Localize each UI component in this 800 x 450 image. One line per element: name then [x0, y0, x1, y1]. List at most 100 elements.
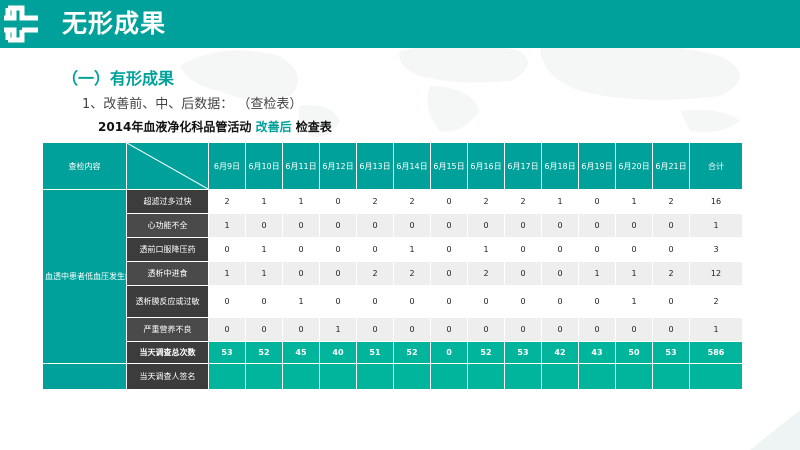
table-cell: 0: [653, 318, 690, 342]
signature-cell: [542, 364, 579, 390]
table-cell: 0: [246, 214, 283, 238]
signature-cell: [357, 364, 394, 390]
table-cell: 0: [357, 214, 394, 238]
date-header: 6月9日: [209, 143, 246, 190]
table-cell: 0: [431, 238, 468, 262]
table-cell: 1: [320, 318, 357, 342]
row-total-cell: 1: [690, 214, 743, 238]
signature-cell: [320, 364, 357, 390]
date-header: 6月11日: [283, 143, 320, 190]
table-cell: 0: [246, 318, 283, 342]
signature-left-cell: [43, 364, 127, 390]
table-cell: 0: [431, 262, 468, 286]
row-label: 心功能不全: [127, 214, 209, 238]
table-cell: 0: [542, 238, 579, 262]
row-label: 透析中进食: [127, 262, 209, 286]
table-row: 血透中患者低血压发生的次数超滤过多过快211022022101216: [43, 190, 743, 364]
daily-total-row: 当天调查总次数 53 52 45 40 51 52 0 52 53 42 43 50 53 586: [43, 342, 743, 364]
daily-total-cell: 42: [542, 342, 579, 364]
table-cell: 1: [246, 262, 283, 286]
table-cell: 0: [468, 214, 505, 238]
signature-cell: [431, 364, 468, 390]
daily-total-cell: 53: [209, 342, 246, 364]
row-total-cell: 1: [690, 318, 743, 342]
date-header: 6月19日: [579, 143, 616, 190]
date-header: 6月21日: [653, 143, 690, 190]
daily-total-cell: 53: [505, 342, 542, 364]
table-row: 透前口服降压药 0 1 0 0 0 1 0 1 0 0 0 0 0 3: [43, 238, 743, 262]
table-cell: 2: [209, 190, 246, 214]
daily-total-cell: 51: [357, 342, 394, 364]
daily-total-cell: 43: [579, 342, 616, 364]
signature-cell: [246, 364, 283, 390]
date-header: 6月12日: [320, 143, 357, 190]
header-label: 查检内容: [43, 143, 127, 190]
daily-total-cell: 52: [468, 342, 505, 364]
daily-total-cell: 52: [246, 342, 283, 364]
table-cell: 0: [468, 318, 505, 342]
table-cell: 0: [579, 214, 616, 238]
table-cell: 2: [394, 190, 431, 214]
date-header: 6月14日: [394, 143, 431, 190]
table-cell: 1: [209, 214, 246, 238]
table-cell: 0: [394, 286, 431, 318]
table-cell: 1: [283, 286, 320, 318]
table-cell: 1: [542, 190, 579, 214]
row-label: 严重营养不良: [127, 318, 209, 342]
table-cell: 0: [542, 214, 579, 238]
caption-part2: 改善后: [255, 120, 292, 134]
caption-part1: 2014年血液净化科品管活动: [98, 120, 252, 134]
table-cell: 0: [542, 318, 579, 342]
group-label: 血透中患者低血压发生的次数: [43, 190, 127, 364]
row-total-cell: 16: [690, 190, 743, 214]
row-total-cell: 2: [690, 286, 743, 318]
table-cell: 0: [431, 318, 468, 342]
caption-part3: 检查表: [295, 120, 332, 134]
signature-label: 当天调查人签名: [127, 364, 209, 390]
table-cell: 1: [616, 286, 653, 318]
date-header: 6月13日: [357, 143, 394, 190]
daily-total-cell: 52: [394, 342, 431, 364]
corner-decoration: [750, 410, 800, 450]
table-cell: 2: [468, 190, 505, 214]
table-cell: 1: [246, 190, 283, 214]
header-row: 查检内容 6月9日 6月10日 6月11日 6月12日 6月13日 6月14日 …: [43, 143, 743, 190]
table-body: 血透中患者低血压发生的次数超滤过多过快211022022101216心功能不全1…: [43, 190, 743, 390]
table-cell: 0: [431, 286, 468, 318]
row-label: 透前口服降压药: [127, 238, 209, 262]
table-cell: 2: [357, 262, 394, 286]
row-label: 透析膜反应或过敏: [127, 286, 209, 318]
date-header: 6月16日: [468, 143, 505, 190]
row-label: 超滤过多过快: [127, 190, 209, 214]
date-header: 6月10日: [246, 143, 283, 190]
table-cell: 1: [616, 262, 653, 286]
table-cell: 0: [246, 286, 283, 318]
table-cell: 0: [616, 214, 653, 238]
table-cell: 0: [209, 318, 246, 342]
medical-cross-icon: [0, 0, 50, 48]
table-cell: 0: [579, 238, 616, 262]
slide-title: 无形成果: [62, 9, 167, 38]
table-cell: 0: [616, 238, 653, 262]
grand-total-cell: 586: [690, 342, 743, 364]
table-cell: 0: [653, 238, 690, 262]
table-cell: 0: [357, 286, 394, 318]
daily-total-cell: 45: [283, 342, 320, 364]
table-cell: 0: [653, 214, 690, 238]
table-cell: 0: [320, 214, 357, 238]
table-cell: 0: [320, 262, 357, 286]
signature-row: 当天调查人签名: [43, 364, 743, 390]
table-cell: 0: [394, 214, 431, 238]
header-bar: 无形成果: [0, 0, 800, 48]
table-cell: 0: [579, 318, 616, 342]
section-title: （一）有形成果: [62, 69, 175, 88]
signature-cell: [394, 364, 431, 390]
table-cell: 0: [283, 262, 320, 286]
daily-total-cell: 0: [431, 342, 468, 364]
table-cell: 0: [209, 238, 246, 262]
table-cell: 0: [357, 318, 394, 342]
table-cell: 1: [246, 238, 283, 262]
total-header: 合计: [690, 143, 743, 190]
table-row: 透析中进食 1 1 0 0 2 2 0 2 0 0 1 1 2 12: [43, 262, 743, 286]
table-cell: 2: [653, 262, 690, 286]
